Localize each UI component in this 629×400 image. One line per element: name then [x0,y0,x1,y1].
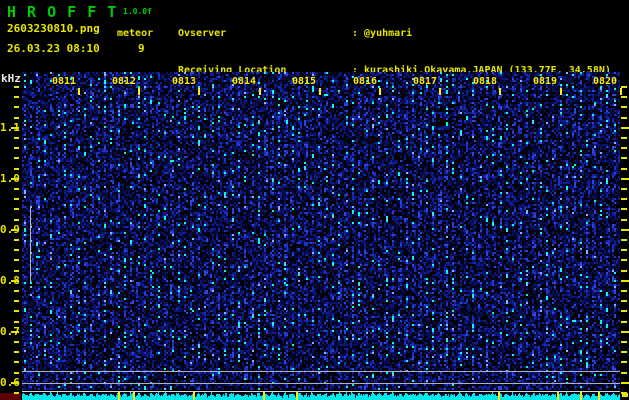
axis-tick-mark [14,168,19,170]
axis-tick-mark [11,229,19,231]
axis-tick-mark [621,127,629,129]
axis-tick-mark [621,392,627,394]
time-label: 0819 [533,76,557,87]
axis-tick-mark [621,239,627,241]
hrofft-window: H R O F F T 1.0.0f 2603230810.png meteor… [0,0,629,400]
axis-tick-mark [621,270,627,272]
axis-tick-mark [14,372,19,374]
axis-tick-mark [14,290,19,292]
timestamp: 26.03.23 08:10 [7,42,100,55]
info-row-observer: Ovserver: @yuhmari [178,28,611,40]
axis-tick-mark [14,351,19,353]
axis-tick-mark [14,157,19,159]
axis-tick-mark [621,361,627,363]
app-title: H R O F F T [7,3,117,21]
app-version: 1.0.0f [123,7,152,16]
axis-tick-mark [14,147,19,149]
axis-tick-mark [14,198,19,200]
axis-tick-mark [11,178,19,180]
status-block-red [0,393,21,400]
axis-tick-mark [621,300,627,302]
minute-tick-mark [499,88,501,95]
axis-tick-mark [621,106,627,108]
axis-tick-mark [621,188,627,190]
axis-tick-mark [621,280,629,282]
axis-tick-mark [621,178,629,180]
axis-tick-mark [621,249,627,251]
axis-tick-mark [621,331,629,333]
grid-line-horizontal [22,371,620,372]
minute-tick-mark [138,88,140,95]
axis-tick-mark [14,188,19,190]
meteor-count: 9 [138,42,145,55]
axis-tick-mark [11,127,19,129]
grid-line-horizontal [22,383,620,384]
minute-tick-mark [319,88,321,95]
time-label: 0811 [52,76,76,87]
axis-tick-mark [621,157,627,159]
time-label: 0820 [593,76,617,87]
axis-tick-mark [14,106,19,108]
time-label: 0817 [413,76,437,87]
axis-tick-mark [14,249,19,251]
time-label: 0815 [292,76,316,87]
axis-tick-mark [621,208,627,210]
axis-tick-mark [14,117,19,119]
axis-tick-mark [14,259,19,261]
minute-tick-mark [439,88,441,95]
level-strip-top-line [22,391,620,392]
axis-tick-mark [621,117,627,119]
signal-trace-line [30,206,31,282]
y-axis-unit: kHz [1,72,21,85]
axis-tick-mark [621,259,627,261]
axis-tick-mark [621,351,627,353]
axis-tick-mark [11,331,19,333]
axis-tick-mark [14,310,19,312]
output-filename: 2603230810.png [7,22,100,35]
time-label: 0818 [473,76,497,87]
spectrogram-canvas [22,72,620,390]
minute-tick-mark [198,88,200,95]
minute-tick-mark [379,88,381,95]
time-label: 0816 [353,76,377,87]
signal-level-strip [22,391,620,400]
axis-tick-mark [621,310,627,312]
axis-tick-mark [14,239,19,241]
time-label: 0814 [232,76,256,87]
axis-tick-mark [621,147,627,149]
axis-tick-mark [621,219,627,221]
axis-tick-mark [14,392,19,394]
axis-tick-mark [621,321,627,323]
minute-tick-mark [259,88,261,95]
axis-tick-mark [11,280,19,282]
minute-tick-mark [560,88,562,95]
axis-tick-mark [14,321,19,323]
axis-tick-mark [14,361,19,363]
axis-tick-mark [14,86,19,88]
minute-tick-mark [620,88,622,95]
axis-tick-mark [14,270,19,272]
time-label: 0812 [112,76,136,87]
axis-tick-mark [621,229,629,231]
info-value: : @yuhmari [352,28,412,39]
axis-tick-mark [621,168,627,170]
time-label: 0813 [172,76,196,87]
axis-tick-mark [621,137,627,139]
axis-tick-mark [14,208,19,210]
axis-tick-mark [11,382,19,384]
axis-tick-mark [621,382,629,384]
axis-tick-mark [621,290,627,292]
mode-label: meteor [117,28,153,39]
axis-tick-mark [621,372,627,374]
minute-tick-mark [78,88,80,95]
axis-tick-mark [14,137,19,139]
axis-tick-mark [621,96,627,98]
info-label: Ovserver [178,28,352,40]
axis-tick-mark [14,300,19,302]
axis-tick-mark [621,341,627,343]
axis-tick-mark [14,341,19,343]
axis-tick-mark [14,219,19,221]
axis-tick-mark [621,198,627,200]
axis-tick-mark [14,96,19,98]
